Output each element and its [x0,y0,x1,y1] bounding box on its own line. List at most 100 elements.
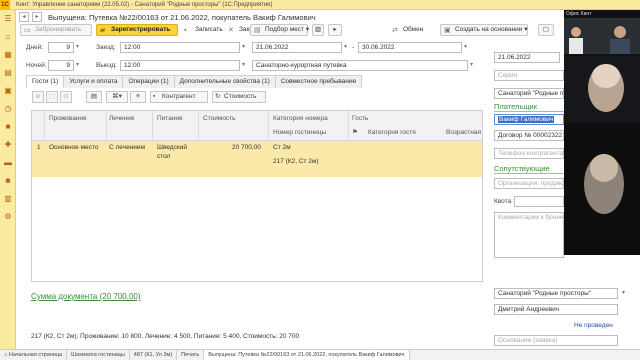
tab-operations[interactable]: Операции (1) [122,75,175,88]
card-button[interactable]: ▤ [86,91,102,103]
nights-label: Ночей: [26,62,47,69]
departure-date-dropdown-icon[interactable]: ▾ [464,43,467,50]
task-voucher[interactable]: Выпущена: Путевка №22/00163 от 21.06.202… [204,350,410,360]
list-button[interactable]: ≡ [130,91,146,103]
comment-field[interactable]: Комментарии к брони [494,212,564,258]
document-title: Выпущена: Путевка №22/00163 от 21.06.202… [48,12,316,22]
voucher-type-field[interactable]: Санаторно-курортная путевка [252,60,468,71]
header-treatment[interactable]: Лечение [109,115,135,122]
sanatorium-dropdown-icon[interactable]: ▾ [622,289,625,296]
exchange-icon: ⇄ [392,27,398,34]
contract-field[interactable]: Договор № 00002322 о [494,130,564,141]
cell-cost[interactable]: 20 700,00 [232,144,261,151]
create-based-button[interactable]: ▣ Создать на основании ▾ [440,24,528,36]
sanatorium-bottom-field[interactable]: Санаторий "Родные просторы" [494,288,618,299]
folder-icon[interactable]: ▤ [3,68,13,78]
arrival-time-dropdown-icon[interactable]: ▾ [242,43,245,50]
days-stepper-icon[interactable]: ▾ [76,43,79,50]
participants-label[interactable]: Сопутствующие [494,164,550,173]
bed-icon[interactable]: ▬ [3,158,13,168]
cost-button[interactable]: ↻ Стоимость [212,91,266,103]
document-date-field[interactable]: 21.06.2022 [494,52,560,63]
window-title: Кинт: Управление санаторием (22.05.02) -… [16,1,273,8]
header-cost[interactable]: Стоимость [203,115,236,122]
header-room-number[interactable]: Номер гостиницы [273,129,326,136]
video-call-overlay: Офис Кинт [564,10,640,255]
print-icon: ▥ [314,26,322,33]
grid-icon[interactable]: ▦ [3,50,13,60]
arrival-date-field[interactable]: 21.06.2022 [252,42,342,53]
departure-time-field[interactable]: 12:00 [120,60,240,71]
copy-row-button[interactable]: ▢ [46,91,58,103]
exchange-button[interactable]: ⇄ Обмен [388,24,434,36]
save-button[interactable]: ▪ Записать [180,24,224,36]
voucher-type-dropdown-icon[interactable]: ▾ [470,61,473,68]
document-tabs: Гости (1) Услуги и оплата Операции (1) Д… [26,75,363,88]
plus-icon[interactable]: ✚ [3,140,13,150]
header-room-category[interactable]: Категория номера [273,115,328,122]
cell-accommodation[interactable]: Основное место [49,144,98,151]
cell-room-number[interactable]: 217 (К2, Ст 2м) [273,158,319,165]
header-guest[interactable]: Гость [352,115,368,122]
home-icon[interactable]: ⌂ [3,32,13,42]
series-field[interactable]: Серия [494,70,564,81]
cell-treatment[interactable]: С лечением [109,144,145,151]
phone-field[interactable]: Телефон контрагента [494,148,564,159]
document-icon[interactable]: ▣ [3,86,13,96]
print-button[interactable]: ▥ [312,24,324,36]
header-accommodation[interactable]: Проживание [49,115,87,122]
departure-date-field[interactable]: 30.06.2022 [358,42,462,53]
register-button[interactable]: ▰ Зарегистрировать [96,24,178,36]
nights-stepper-icon[interactable]: ▾ [76,61,79,68]
box-icon[interactable]: ■ [3,122,13,132]
save-icon: ▪ [184,27,187,34]
header-meals[interactable]: Питание [157,115,183,122]
forward-icon[interactable]: ▸ [32,12,42,22]
report-icon[interactable]: ▥ [3,194,13,204]
header-guest-category[interactable]: Категория гостя [368,129,416,136]
header-age-category[interactable]: Возрастная [446,129,481,136]
cell-room-category[interactable]: Ст 2м [273,144,291,151]
payer-field[interactable]: Вакиф Галимович [494,114,564,125]
find-button[interactable]: ⌘▾ [106,91,128,103]
task-print[interactable]: Печать [177,350,205,360]
cell-meals-line1[interactable]: Шведский [157,144,187,151]
person-blurred-icon [584,154,624,214]
counterparty-button[interactable]: ▪ Контрагент [150,91,208,103]
send-button[interactable]: ▸ [328,24,342,36]
reserve-button[interactable]: ▭ Забронировать [20,24,92,36]
quota-field[interactable] [514,196,564,207]
table-row[interactable]: 1 Основное место С лечением Шведский сто… [32,141,482,177]
manager-field[interactable]: Дмитрий Андреевич [494,304,618,315]
delete-row-button[interactable]: ⊟ [60,91,72,103]
app-logo-icon: 1С [0,0,10,10]
departure-time-dropdown-icon[interactable]: ▾ [242,61,245,68]
sanatorium-field[interactable]: Санаторий "Родные просторы" [494,88,564,99]
tab-guests[interactable]: Гости (1) [26,75,65,88]
arrival-date-dropdown-icon[interactable]: ▾ [344,43,347,50]
document-toolbar: ▭ Забронировать ▰ Зарегистрировать ▪ Записа… [16,24,554,38]
task-home-page[interactable]: ⌂ Начальная страница [0,350,68,360]
clock-icon[interactable]: ◷ [3,104,13,114]
register-icon: ▰ [100,27,106,34]
arrival-label: Заезд: [96,44,116,51]
places-button[interactable]: ▤ Подбор мест ▾ [250,24,309,36]
organization-field[interactable]: Организация, продающ [494,178,564,189]
back-icon[interactable]: ◂ [19,12,29,22]
payer-label[interactable]: Плательщик [494,102,537,111]
task-room-487[interactable]: 487 (К1, Ул 3м) [130,350,178,360]
basis-field[interactable]: Основание (заявка) [494,335,618,346]
arrival-time-field[interactable]: 12:00 [120,42,240,53]
tab-services-payment[interactable]: Услуги и оплата [63,75,124,88]
settings-icon[interactable]: ⚙ [3,212,13,222]
tab-additional-properties[interactable]: Дополнительные свойства (1) [173,75,276,88]
task-hotel-chessboard[interactable]: Шахматка гостиницы [67,350,130,360]
nights-field[interactable]: 9 [48,60,74,71]
layout-button[interactable]: ▢ [538,24,554,36]
tab-joint-stay[interactable]: Совместное пребывание [274,75,363,88]
people-icon[interactable]: ☻ [3,176,13,186]
add-row-button[interactable]: ⊕ [32,91,44,103]
days-field[interactable]: 9 [48,42,74,53]
menu-icon[interactable]: ☰ [3,14,13,24]
document-total-link[interactable]: Сумма документа (20 700,00) [31,292,141,301]
